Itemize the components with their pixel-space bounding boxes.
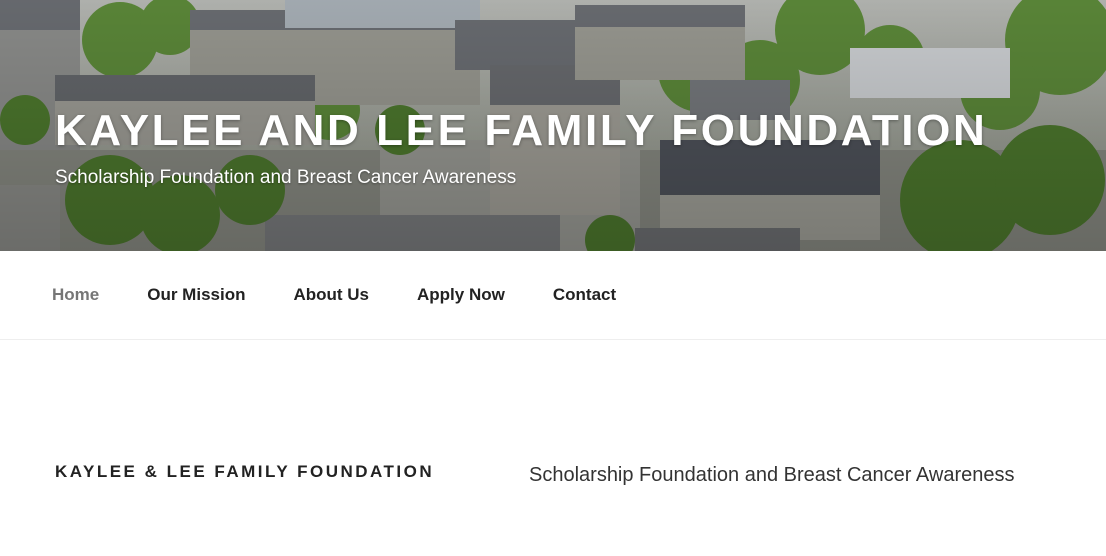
nav-item-contact[interactable]: Contact bbox=[529, 282, 640, 308]
main-navigation: Home Our Mission About Us Apply Now Cont… bbox=[0, 251, 1106, 340]
nav-item-home[interactable]: Home bbox=[28, 282, 123, 308]
nav-item-our-mission[interactable]: Our Mission bbox=[123, 282, 269, 308]
site-branding: KAYLEE AND LEE FAMILY FOUNDATION Scholar… bbox=[55, 104, 987, 190]
site-header: KAYLEE AND LEE FAMILY FOUNDATION Scholar… bbox=[0, 0, 1106, 251]
nav-item-about-us[interactable]: About Us bbox=[269, 282, 393, 308]
page-title: KAYLEE & LEE FAMILY FOUNDATION bbox=[55, 462, 435, 481]
content-area: KAYLEE & LEE FAMILY FOUNDATION Scholarsh… bbox=[0, 340, 1106, 556]
site-title[interactable]: KAYLEE AND LEE FAMILY FOUNDATION bbox=[55, 104, 987, 158]
nav-item-apply-now[interactable]: Apply Now bbox=[393, 282, 529, 308]
primary-menu: Home Our Mission About Us Apply Now Cont… bbox=[28, 282, 640, 308]
page-intro-text: Scholarship Foundation and Breast Cancer… bbox=[529, 464, 1015, 486]
site-description: Scholarship Foundation and Breast Cancer… bbox=[55, 167, 517, 188]
